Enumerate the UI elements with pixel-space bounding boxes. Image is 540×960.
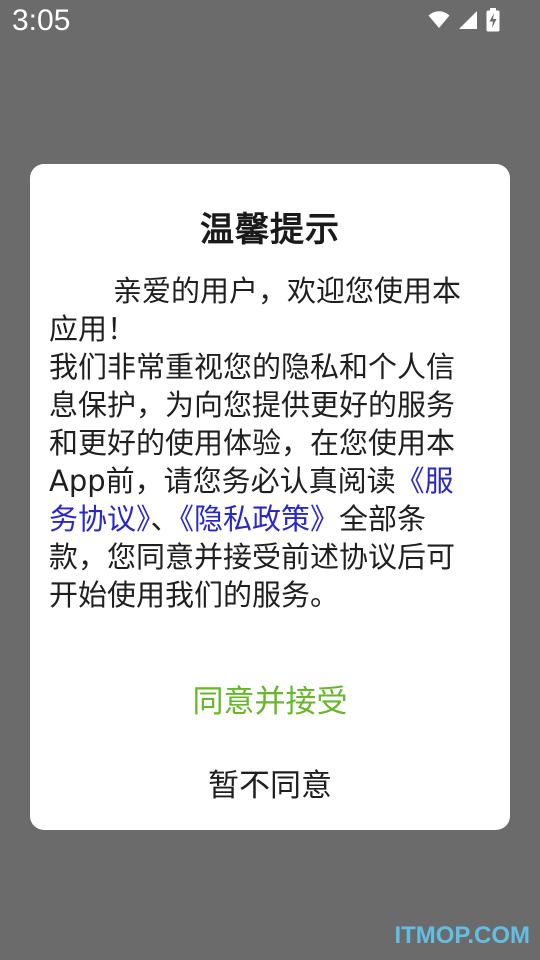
dialog-body: 亲爱的用户，欢迎您使用本应用！ 我们非常重视您的隐私和个人信息保护，为向您提供更… xyxy=(49,272,469,614)
status-icons xyxy=(428,8,500,32)
privacy-policy-link[interactable]: 《隐私政策》 xyxy=(180,502,340,536)
body-text-part1: 我们非常重视您的隐私和个人信息保护，为向您提供更好的服务和更好的使用体验，在您使… xyxy=(49,350,456,498)
privacy-dialog: 温馨提示 亲爱的用户，欢迎您使用本应用！ 我们非常重视您的隐私和个人信息保护，为… xyxy=(30,164,510,830)
watermark: ITMOP.COM xyxy=(394,922,530,949)
screen: 3:05 温馨提示 亲爱的用户，欢迎您使用本应用！ 我们非常重视您的隐私和个人信… xyxy=(0,0,540,960)
status-bar: 3:05 xyxy=(0,0,540,48)
wifi-icon xyxy=(428,11,450,29)
status-time: 3:05 xyxy=(12,4,71,37)
disagree-button[interactable]: 暂不同意 xyxy=(30,760,510,805)
policy-paragraph: 我们非常重视您的隐私和个人信息保护，为向您提供更好的服务和更好的使用体验，在您使… xyxy=(49,348,469,614)
battery-charging-icon xyxy=(486,8,500,32)
greeting-text: 亲爱的用户，欢迎您使用本应用！ xyxy=(49,274,462,346)
agree-button[interactable]: 同意并接受 xyxy=(30,676,510,721)
dialog-title: 温馨提示 xyxy=(200,210,340,250)
link-separator: 、 xyxy=(150,502,180,536)
cellular-signal-icon xyxy=(458,10,478,30)
